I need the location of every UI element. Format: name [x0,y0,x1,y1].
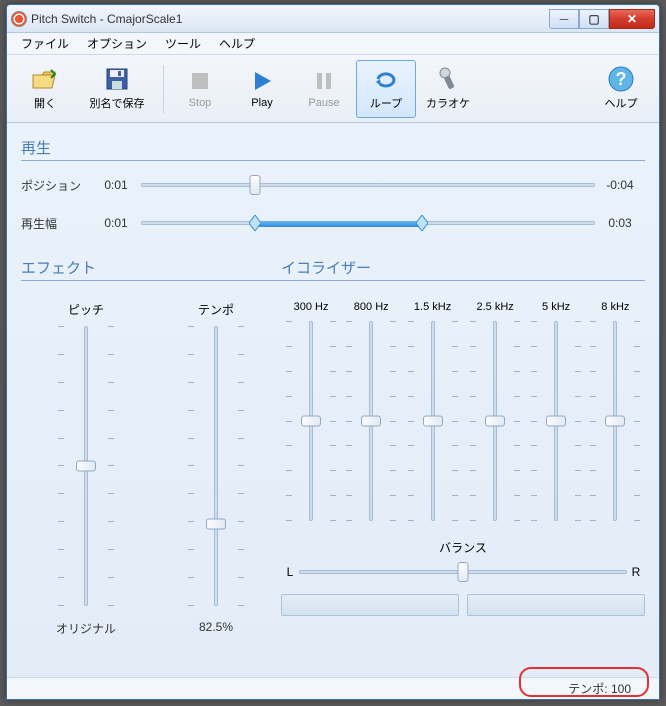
help-label: ヘルプ [605,95,638,111]
svg-text:?: ? [616,69,627,89]
position-label: ポジション [21,177,91,194]
close-button[interactable]: ✕ [609,9,655,29]
open-button[interactable]: 開く [15,60,75,118]
position-remaining: -0:04 [595,178,645,192]
eq-band-label: 800 Hz [354,301,389,313]
loop-button[interactable]: ループ [356,60,416,118]
menu-options[interactable]: オプション [79,33,155,54]
app-window: Pitch Switch - CmajorScale1 ─ ▢ ✕ ファイル オ… [6,4,660,700]
eq-band-slider[interactable] [478,321,512,521]
eq-band-label: 2.5 kHz [477,301,514,313]
eq-band-0: 300 Hz [294,301,329,521]
stop-button[interactable]: Stop [170,60,230,118]
level-meter-left [281,594,459,616]
eq-band-5: 8 kHz [598,301,632,521]
range-start: 0:01 [91,216,141,230]
pause-icon [310,69,338,93]
menu-tools[interactable]: ツール [157,33,209,54]
pitch-column: ピッチ オリジナル [21,301,151,637]
eq-band-slider[interactable] [354,321,388,521]
balance-slider[interactable] [299,562,627,582]
loop-icon [372,67,400,91]
eq-band-4: 5 kHz [539,301,573,521]
range-slider[interactable] [141,213,595,233]
titlebar[interactable]: Pitch Switch - CmajorScale1 ─ ▢ ✕ [7,5,659,33]
position-row: ポジション 0:01 -0:04 [21,175,645,195]
status-tempo-label: テンポ: [568,680,607,697]
statusbar: テンポ: 100 [7,677,659,699]
save-as-button[interactable]: 別名で保存 [77,60,157,118]
loop-label: ループ [370,95,402,111]
effects-section-title: エフェクト [21,257,281,281]
app-icon [11,11,27,27]
help-button[interactable]: ? ヘルプ [591,60,651,118]
menubar: ファイル オプション ツール ヘルプ [7,33,659,55]
eq-band-label: 5 kHz [542,301,570,313]
stop-label: Stop [189,97,212,109]
range-row: 再生幅 0:01 0:03 [21,213,645,233]
microphone-icon [434,67,462,91]
position-time: 0:01 [91,178,141,192]
status-tempo-value: 100 [611,682,631,696]
balance-left-label: L [281,565,299,579]
pitch-slider[interactable] [66,326,106,606]
open-label: 開く [34,95,56,111]
save-as-label: 別名で保存 [90,95,145,111]
eq-band-label: 300 Hz [294,301,329,313]
play-label: Play [251,97,272,109]
range-start-handle[interactable] [249,215,261,231]
menu-file[interactable]: ファイル [13,33,77,54]
pause-label: Pause [308,97,339,109]
eq-band-label: 8 kHz [601,301,629,313]
tempo-label: テンポ [198,301,234,318]
minimize-button[interactable]: ─ [549,9,579,29]
eq-band-2: 1.5 kHz [414,301,451,521]
window-controls: ─ ▢ ✕ [549,9,655,29]
range-label: 再生幅 [21,215,91,232]
eq-band-1: 800 Hz [354,301,389,521]
pitch-value: オリジナル [56,620,116,637]
play-button[interactable]: Play [232,60,292,118]
tempo-column: テンポ 82.5% [151,301,281,637]
karaoke-label: カラオケ [426,95,470,111]
level-meter-right [467,594,645,616]
play-icon [248,69,276,93]
folder-open-icon [31,67,59,91]
pause-button[interactable]: Pause [294,60,354,118]
eq-band-slider[interactable] [539,321,573,521]
pitch-label: ピッチ [68,301,104,318]
eq-band-label: 1.5 kHz [414,301,451,313]
eq-band-slider[interactable] [294,321,328,521]
position-slider[interactable] [141,175,595,195]
eq-band-slider[interactable] [416,321,450,521]
karaoke-button[interactable]: カラオケ [418,60,478,118]
floppy-icon [103,67,131,91]
maximize-button[interactable]: ▢ [579,9,609,29]
balance-right-label: R [627,565,645,579]
range-end: 0:03 [595,216,645,230]
equalizer-panel: イコライザー 300 Hz 800 Hz 1.5 kHz 2.5 kHz 5 kHz 8 … [281,251,645,637]
toolbar: 開く 別名で保存 Stop Play Pause [7,55,659,123]
eq-band-3: 2.5 kHz [477,301,514,521]
effects-panel: エフェクト ピッチ オリジナル テンポ [21,251,281,637]
balance-label: バランス [281,539,645,556]
tempo-slider[interactable] [196,326,236,606]
range-end-handle[interactable] [416,215,428,231]
window-title: Pitch Switch - CmajorScale1 [31,12,549,26]
menu-help[interactable]: ヘルプ [211,33,263,54]
eq-band-slider[interactable] [598,321,632,521]
content-area: 再生 ポジション 0:01 -0:04 再生幅 0:01 [7,123,659,677]
stop-icon [186,69,214,93]
equalizer-section-title: イコライザー [281,257,645,281]
toolbar-separator [163,65,164,113]
help-icon: ? [607,67,635,91]
tempo-value: 82.5% [199,620,233,634]
playback-section-title: 再生 [21,137,645,161]
